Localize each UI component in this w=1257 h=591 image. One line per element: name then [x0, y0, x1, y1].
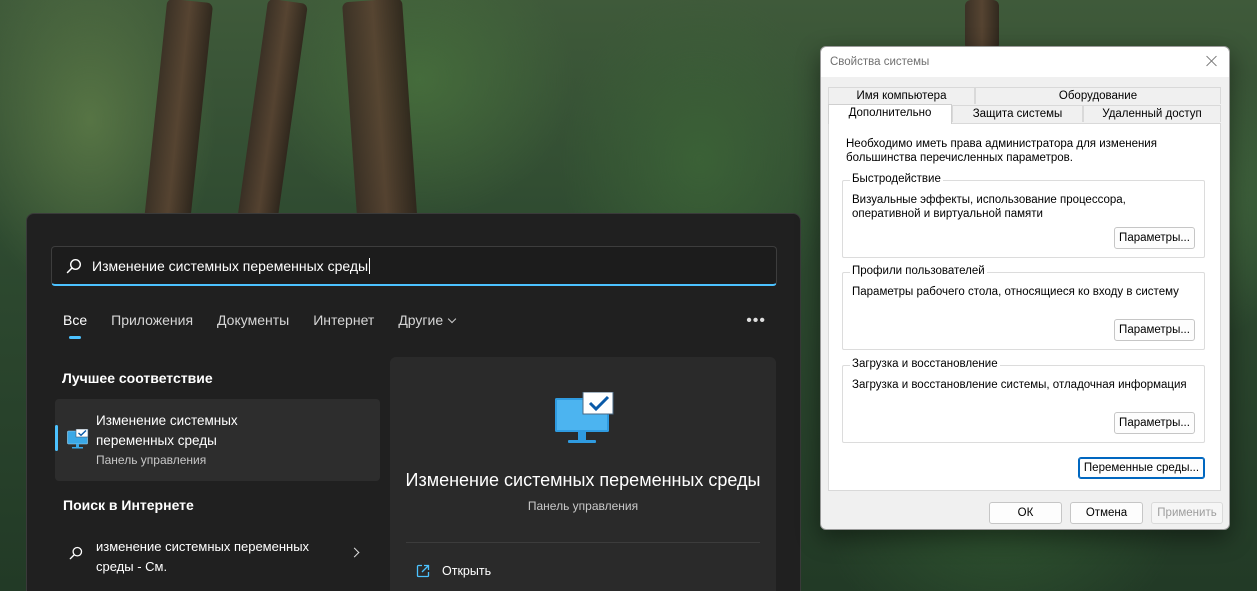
advanced-tab-page: Необходимо иметь права администратора дл… — [828, 123, 1221, 491]
web-search-heading: Поиск в Интернете — [63, 497, 194, 513]
best-match-title: Изменение системных переменных среды — [96, 413, 238, 448]
environment-variables-button[interactable]: Переменные среды... — [1078, 457, 1205, 479]
close-icon[interactable] — [1205, 54, 1219, 68]
cancel-button[interactable]: Отмена — [1070, 502, 1143, 524]
best-match-result[interactable]: Изменение системных переменных среды Пан… — [55, 399, 380, 481]
search-icon — [66, 258, 82, 273]
chevron-down-icon — [447, 314, 457, 324]
dialog-titlebar[interactable]: Свойства системы — [821, 47, 1229, 77]
startup-recovery-legend: Загрузка и восстановление — [850, 358, 1000, 370]
performance-settings-button[interactable]: Параметры... — [1114, 227, 1195, 249]
filter-all[interactable]: Все — [63, 312, 87, 339]
user-profiles-description: Параметры рабочего стола, относящиеся ко… — [852, 286, 1179, 298]
startup-recovery-description: Загрузка и восстановление системы, отлад… — [852, 379, 1187, 391]
monitor-check-icon — [67, 429, 89, 449]
detail-title: Изменение системных переменных среды — [405, 470, 761, 490]
filter-web[interactable]: Интернет — [313, 312, 374, 328]
search-query: Изменение системных переменных среды — [92, 257, 369, 274]
startup-recovery-settings-button[interactable]: Параметры... — [1114, 412, 1195, 434]
best-match-subtitle: Панель управления — [96, 453, 207, 467]
performance-legend: Быстродействие — [850, 173, 943, 185]
filter-other-label: Другие — [398, 312, 444, 328]
tree-trunk — [965, 0, 999, 50]
divider — [406, 542, 760, 543]
performance-description: Визуальные эффекты, использование процес… — [852, 194, 1126, 220]
monitor-check-icon — [555, 392, 614, 443]
tree-trunk — [342, 0, 418, 232]
detail-subtitle: Панель управления — [527, 499, 639, 513]
startup-recovery-group: Загрузка и восстановление Загрузка и вос… — [842, 358, 1205, 443]
web-search-result[interactable]: изменение системных переменных среды - С… — [55, 529, 380, 579]
open-action-label: Открыть — [442, 564, 492, 578]
chevron-right-icon — [349, 547, 360, 558]
dialog-title: Свойства системы — [830, 56, 930, 68]
open-action[interactable]: Открыть — [416, 564, 491, 578]
filter-other[interactable]: Другие — [398, 312, 457, 328]
user-profiles-group: Профили пользователей Параметры рабочего… — [842, 265, 1205, 350]
web-search-text: изменение системных переменных среды - С… — [96, 539, 310, 574]
ok-button[interactable]: ОК — [989, 502, 1062, 524]
tab-advanced[interactable]: Дополнительно — [828, 104, 952, 124]
user-profiles-settings-button[interactable]: Параметры... — [1114, 319, 1195, 341]
tab-hardware[interactable]: Оборудование — [975, 87, 1221, 104]
search-input[interactable]: Изменение системных переменных среды — [51, 246, 777, 286]
filter-documents[interactable]: Документы — [217, 312, 289, 328]
start-search-panel: Изменение системных переменных среды Все… — [26, 213, 801, 591]
apply-button[interactable]: Применить — [1151, 502, 1223, 524]
tab-system-protection[interactable]: Защита системы — [952, 105, 1083, 122]
performance-group: Быстродействие Визуальные эффекты, испол… — [842, 173, 1205, 258]
tab-computer-name[interactable]: Имя компьютера — [828, 87, 975, 104]
result-detail-pane: Изменение системных переменных среды Пан… — [390, 357, 776, 591]
best-match-heading: Лучшее соответствие — [62, 370, 213, 386]
user-profiles-legend: Профили пользователей — [850, 265, 987, 277]
admin-rights-notice: Необходимо иметь права администратора дл… — [846, 138, 1157, 164]
open-external-icon — [416, 564, 430, 578]
filter-apps[interactable]: Приложения — [111, 312, 193, 328]
search-icon — [69, 546, 83, 560]
system-properties-dialog: Свойства системы Имя компьютера Оборудов… — [820, 46, 1230, 530]
tab-remote-access[interactable]: Удаленный доступ — [1083, 105, 1221, 122]
search-filters: Все Приложения Документы Интернет Другие — [63, 312, 457, 339]
text-caret — [369, 257, 371, 274]
more-options-button[interactable]: ••• — [746, 312, 766, 330]
